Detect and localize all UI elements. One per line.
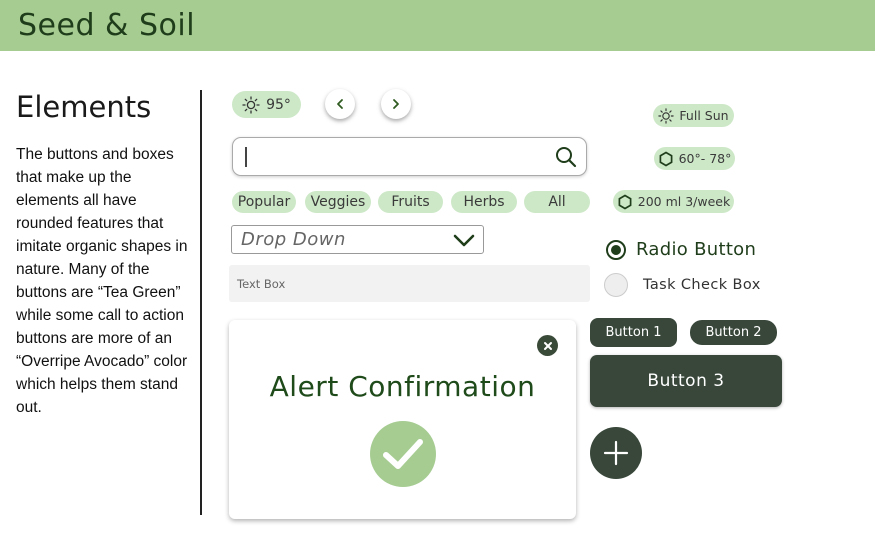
hexagon-icon	[659, 151, 673, 166]
sun-requirement-text: Full Sun	[679, 108, 729, 123]
hexagon-icon	[618, 194, 632, 209]
alert-dialog: Alert Confirmation	[229, 320, 576, 519]
section-description: The buttons and boxes that make up the e…	[16, 146, 188, 416]
close-icon	[543, 341, 552, 350]
task-checkbox[interactable]	[604, 273, 628, 297]
weather-pill[interactable]: 95°	[232, 91, 301, 118]
plus-icon	[603, 440, 629, 466]
search-input[interactable]	[232, 137, 587, 176]
text-cursor	[245, 147, 247, 167]
chevron-down-icon	[453, 234, 475, 247]
temperature-range-text: 60°- 78°	[678, 151, 732, 166]
chevron-left-icon	[337, 99, 343, 109]
temperature-range-badge: 60°- 78°	[654, 147, 735, 170]
task-checkbox-label: Task Check Box	[643, 277, 761, 293]
checkmark-icon	[383, 439, 423, 469]
alert-close-button[interactable]	[537, 335, 558, 356]
sun-icon	[658, 107, 675, 124]
task-checkbox-option[interactable]: Task Check Box	[604, 273, 761, 297]
vertical-divider	[200, 90, 202, 515]
sun-icon	[242, 95, 260, 114]
radio-button-option[interactable]: Radio Button	[606, 239, 756, 260]
next-button[interactable]	[381, 89, 411, 119]
sun-requirement-badge: Full Sun	[653, 104, 734, 127]
water-requirement-text: 200 ml 3/week	[637, 194, 731, 209]
filter-chip[interactable]: Herbs	[451, 191, 517, 213]
button-2[interactable]: Button 2	[690, 320, 777, 345]
text-box-placeholder: Text Box	[237, 277, 286, 291]
alert-title: Alert Confirmation	[269, 370, 536, 403]
chevron-right-icon	[393, 99, 399, 109]
filter-chip[interactable]: Veggies	[305, 191, 371, 213]
filter-chip[interactable]: Popular	[232, 191, 296, 213]
text-box-input[interactable]: Text Box	[229, 265, 590, 302]
brand-title: Seed & Soil	[18, 8, 196, 43]
water-requirement-badge: 200 ml 3/week	[613, 190, 734, 213]
button-1[interactable]: Button 1	[590, 318, 677, 347]
radio-indicator[interactable]	[606, 239, 626, 260]
filter-chip[interactable]: All	[524, 191, 590, 213]
button-3[interactable]: Button 3	[590, 355, 782, 407]
previous-button[interactable]	[325, 89, 355, 119]
radio-label: Radio Button	[636, 239, 757, 260]
filter-chip[interactable]: Fruits	[378, 191, 443, 213]
dropdown-value: Drop Down	[241, 229, 346, 250]
search-icon[interactable]	[554, 145, 578, 169]
section-title: Elements	[16, 90, 152, 124]
radio-dot	[611, 244, 621, 255]
weather-temperature: 95°	[266, 96, 291, 113]
app-header: Seed & Soil	[0, 0, 875, 51]
alert-confirm-button[interactable]	[370, 421, 436, 487]
add-button[interactable]	[590, 427, 642, 479]
dropdown-select[interactable]: Drop Down	[231, 225, 484, 254]
